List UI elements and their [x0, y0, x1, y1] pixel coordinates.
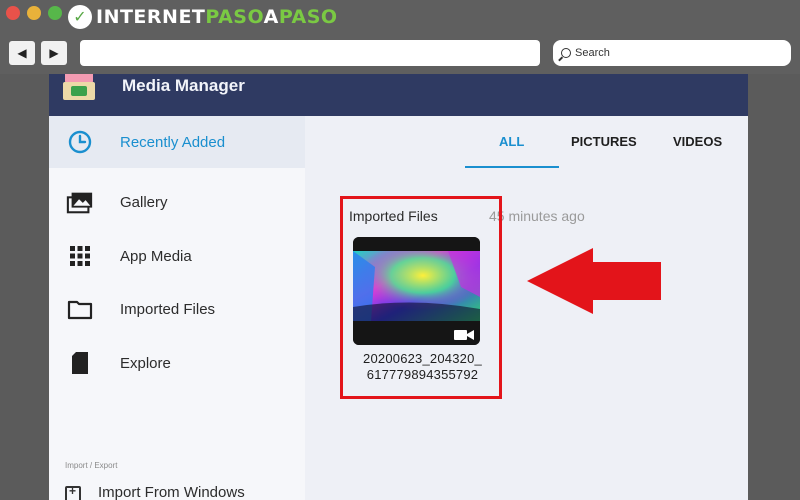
address-bar[interactable] [80, 40, 540, 66]
import-label: Import From Windows [98, 484, 245, 500]
section-label-import-export: Import / Export [65, 461, 118, 470]
clock-icon [66, 128, 94, 156]
sidebar-item-explore[interactable]: Explore [49, 337, 305, 389]
app-header: Media Manager [49, 74, 748, 116]
sidebar-item-label: Imported Files [120, 300, 216, 318]
gallery-icon [66, 188, 94, 216]
site-logo: ✓ INTERNETPASOAPASO [68, 4, 338, 30]
folder-icon [66, 295, 94, 323]
annotation-highlight-box [340, 196, 502, 399]
group-timestamp: 45 minutes ago [489, 208, 585, 224]
browser-toolbar: ◀ ▶ Search [0, 34, 800, 74]
browser-titlebar: ✓ INTERNETPASOAPASO [0, 0, 800, 34]
tab-all[interactable]: ALL [499, 134, 524, 149]
forward-button[interactable]: ▶ [41, 41, 67, 65]
sidebar-item-app-media[interactable]: App Media [49, 230, 305, 282]
active-tab-indicator [465, 166, 559, 168]
tab-pictures[interactable]: PICTURES [571, 134, 637, 149]
sidebar-item-label: Explore [120, 354, 171, 372]
import-icon [65, 484, 81, 500]
sidebar-item-gallery[interactable]: Gallery [49, 176, 305, 228]
close-window-button[interactable] [6, 6, 20, 20]
maximize-window-button[interactable] [48, 6, 62, 20]
app-logo-icon [61, 74, 97, 104]
app-title: Media Manager [122, 76, 245, 95]
logo-badge-icon: ✓ [68, 5, 92, 29]
sidebar: Recently Added Gallery App Media Importe… [49, 116, 305, 500]
browser-search-input[interactable]: Search [553, 40, 791, 66]
logo-text: INTERNETPASOAPASO [96, 6, 338, 28]
sidebar-item-label: Gallery [120, 193, 168, 211]
search-placeholder: Search [575, 47, 610, 59]
search-icon [561, 48, 571, 58]
import-from-windows-button[interactable]: Import From Windows [49, 482, 305, 500]
sidebar-item-label: Recently Added [120, 133, 226, 151]
back-button[interactable]: ◀ [9, 41, 35, 65]
minimize-window-button[interactable] [27, 6, 41, 20]
tab-videos[interactable]: VIDEOS [673, 134, 722, 149]
sidebar-item-imported-files[interactable]: Imported Files [49, 283, 305, 335]
annotation-arrow-icon [527, 248, 661, 314]
sidebar-item-label: App Media [120, 247, 192, 265]
grid-icon [66, 242, 94, 270]
sidebar-item-recently-added[interactable]: Recently Added [49, 116, 305, 168]
filter-tabs: ALL PICTURES VIDEOS [465, 116, 748, 170]
sd-card-icon [66, 349, 94, 377]
